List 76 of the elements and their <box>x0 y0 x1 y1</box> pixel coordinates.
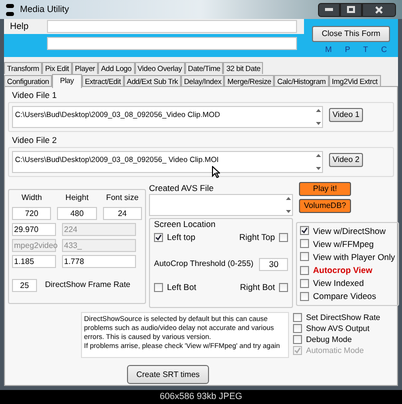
scroll-up-icon <box>316 108 320 112</box>
text-field[interactable] <box>47 37 297 50</box>
input-field[interactable]: 30 <box>259 258 288 271</box>
checkbox-option[interactable]: View w/DirectShow <box>300 224 396 238</box>
scroll-up-icon <box>316 154 320 156</box>
input-field[interactable]: 29.970 <box>12 222 56 236</box>
window-title: Media Utility <box>20 2 70 16</box>
field-label: Video File 2 <box>12 134 58 146</box>
checkbox-option[interactable]: Show AVS Output <box>293 323 380 334</box>
checkbox-option[interactable]: Debug Mode <box>293 334 380 346</box>
indicator-label: T <box>363 44 368 56</box>
scroll-down-icon <box>286 210 290 214</box>
checkbox[interactable] <box>279 232 288 242</box>
scroll-down-icon <box>316 166 320 170</box>
checkbox[interactable] <box>279 282 288 292</box>
field-label: Created AVS File <box>149 182 215 194</box>
indicator-label: C <box>381 44 387 56</box>
checkbox-option[interactable]: Left top <box>154 231 196 244</box>
scroll-down-icon <box>316 122 320 125</box>
column-header: Font size <box>105 192 140 204</box>
column-header: Width <box>20 192 43 204</box>
action-button[interactable]: VolumeDB? <box>299 198 351 212</box>
checkbox-option[interactable]: Set DirectShow Rate <box>293 312 380 324</box>
menu-item[interactable]: Help <box>10 20 29 34</box>
maximize-button[interactable] <box>340 2 362 16</box>
maximize-icon <box>347 6 355 13</box>
checkbox[interactable] <box>154 232 163 242</box>
column-header: Height <box>64 192 90 204</box>
scroll-up-icon <box>286 197 290 200</box>
close-form-button[interactable]: Close This Form <box>312 26 390 42</box>
checkbox[interactable] <box>293 324 302 334</box>
checkbox[interactable] <box>154 282 163 292</box>
video-button[interactable]: Video 2 <box>329 152 363 166</box>
checkbox[interactable] <box>300 252 309 262</box>
checkbox[interactable] <box>300 278 309 288</box>
field-label: DirectShow Frame Rate <box>45 279 130 291</box>
input-field[interactable]: 1.185 <box>12 254 56 268</box>
checkbox[interactable] <box>293 335 302 344</box>
scrollbar[interactable] <box>314 152 322 172</box>
text-field[interactable] <box>47 20 297 33</box>
checkbox[interactable] <box>300 292 309 301</box>
input-field[interactable]: 24 <box>102 206 142 220</box>
minimize-button[interactable] <box>318 2 340 16</box>
checkbox-option[interactable]: Compare Videos <box>300 290 396 302</box>
input-field[interactable]: 25 <box>12 278 37 292</box>
create-srt-button[interactable]: Create SRT times <box>127 365 209 384</box>
checkbox[interactable] <box>293 313 302 322</box>
app-icon <box>6 4 14 16</box>
field-label: AutoCrop Threshold (0-255) <box>154 258 254 270</box>
checkbox-option[interactable]: View Indexed <box>300 276 396 290</box>
indicator-label: P <box>344 44 350 56</box>
checkbox-option[interactable]: Left Bot <box>154 280 196 294</box>
checkbox-option[interactable]: View with Player Only <box>300 250 396 264</box>
checkbox-option[interactable]: Autocrop View <box>300 264 396 276</box>
checkbox[interactable] <box>300 226 309 236</box>
input-field[interactable]: 1.778 <box>62 254 136 268</box>
scrollbar[interactable] <box>314 106 322 127</box>
avs-file-field[interactable] <box>149 194 293 216</box>
checkbox-option[interactable]: Right Bot <box>240 280 288 294</box>
mouse-cursor-icon <box>212 166 220 178</box>
close-window-button[interactable] <box>362 2 396 16</box>
scrollbar[interactable] <box>284 195 292 216</box>
checkbox[interactable] <box>300 239 309 248</box>
field-label: Video File 1 <box>12 89 58 102</box>
action-button[interactable]: Play it! <box>299 182 351 196</box>
video-button[interactable]: Video 1 <box>329 108 363 122</box>
image-caption: 606x586 93kb JPEG <box>160 390 242 404</box>
checkbox-option[interactable]: Right Top <box>239 231 288 244</box>
minimize-icon <box>325 8 333 11</box>
input-field[interactable]: 720 <box>12 206 52 220</box>
group-title: Screen Location <box>154 218 216 231</box>
checkbox[interactable] <box>300 266 309 275</box>
close-icon <box>375 6 383 14</box>
checkbox-option[interactable]: View w/FFMpeg <box>300 238 396 250</box>
indicator-label: M <box>325 44 332 56</box>
input-field[interactable]: 480 <box>57 206 97 220</box>
